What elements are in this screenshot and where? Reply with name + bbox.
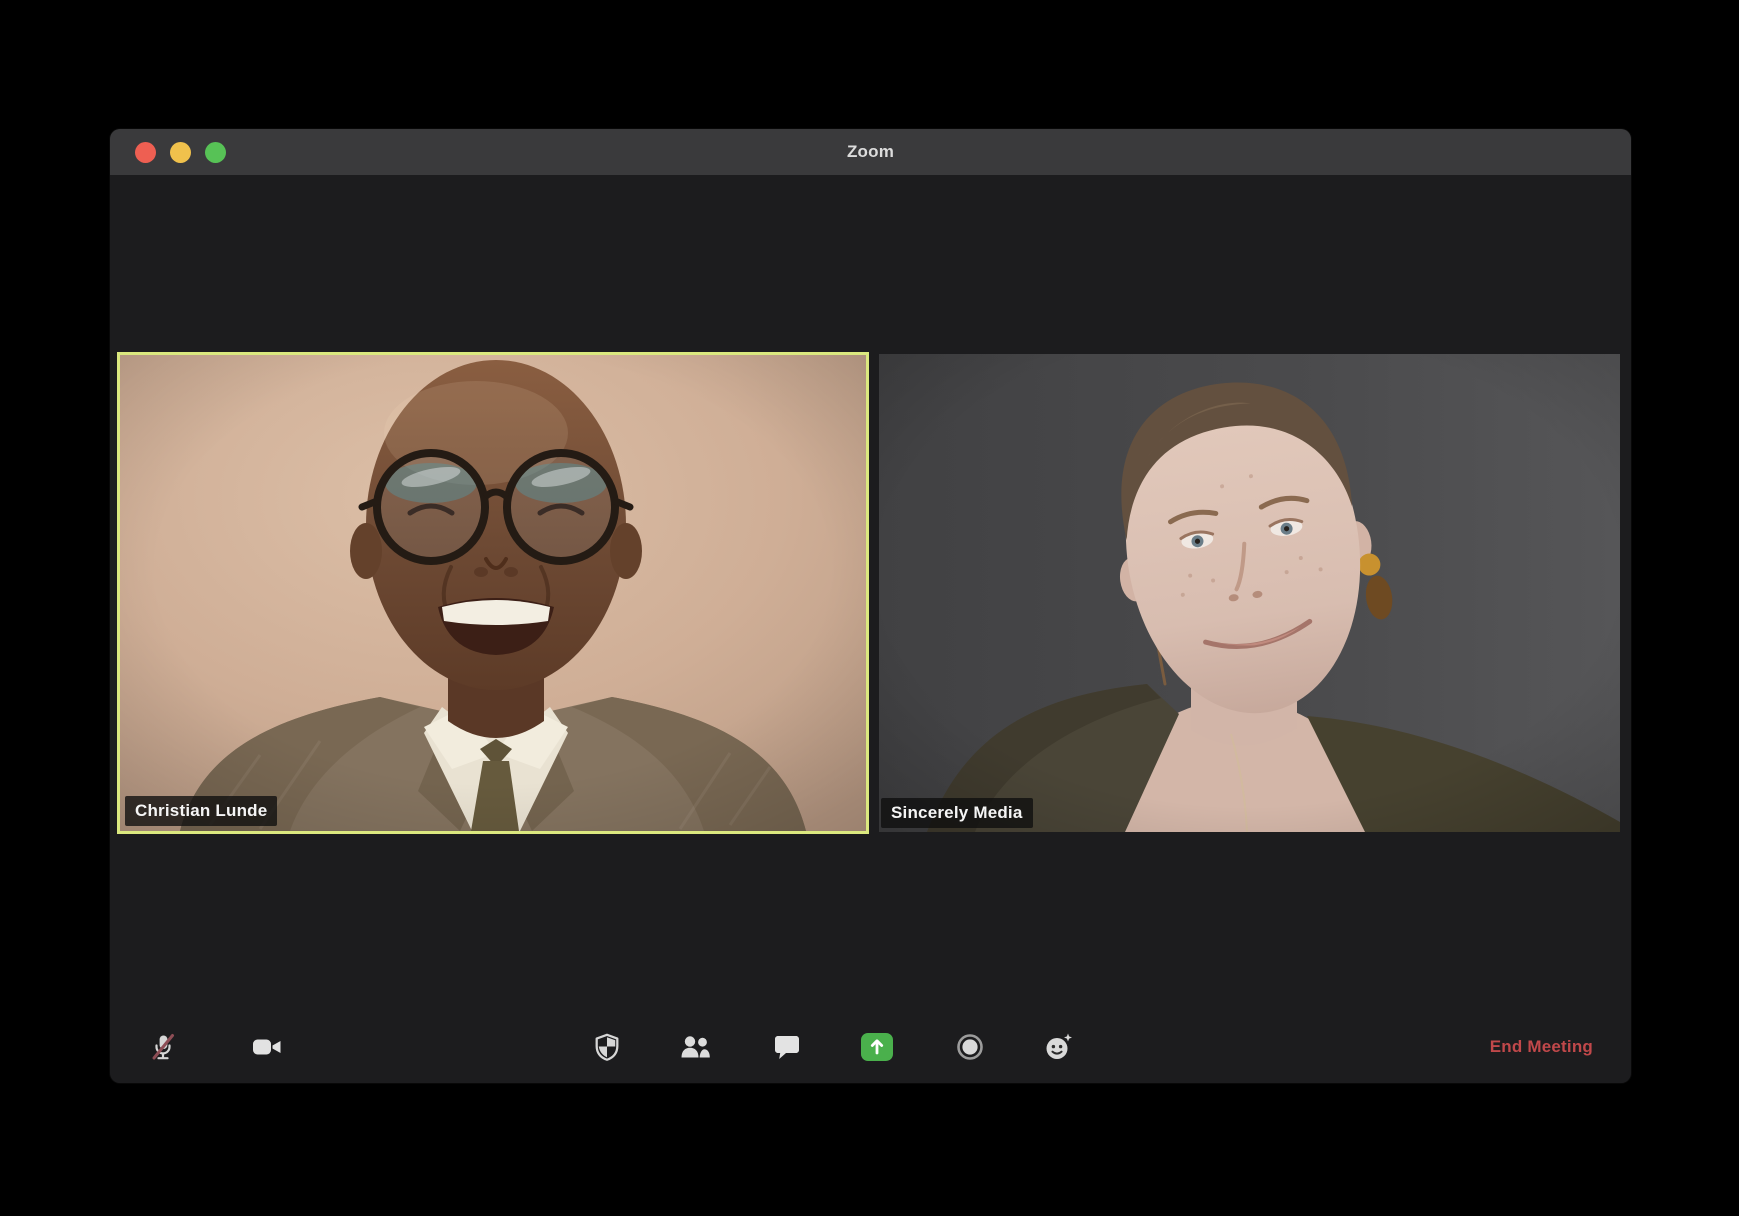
participants-icon: [681, 1036, 710, 1058]
microphone-muted-icon: [152, 1034, 174, 1060]
participant-name-tag: Christian Lunde: [125, 796, 278, 826]
participant-video-feed: [879, 354, 1620, 832]
minimize-window-button[interactable]: [170, 141, 191, 163]
record-circle-icon: [957, 1034, 983, 1060]
participant-name: Sincerely Media: [891, 803, 1023, 822]
video-camera-icon: [253, 1039, 281, 1055]
share-screen-icon: [861, 1033, 893, 1061]
participant-video-feed: [120, 355, 866, 831]
meeting-toolbar: End Meeting: [110, 1011, 1631, 1083]
participant-name: Christian Lunde: [135, 801, 268, 820]
chat-bubble-icon: [775, 1036, 799, 1059]
title-bar: Zoom: [110, 129, 1631, 175]
mute-button[interactable]: [141, 1025, 185, 1069]
reactions-smiley-icon: [1046, 1033, 1072, 1059]
video-button[interactable]: [245, 1025, 289, 1069]
participants-button[interactable]: [673, 1025, 717, 1069]
end-meeting-button[interactable]: End Meeting: [1486, 1025, 1597, 1069]
video-tile-participant[interactable]: Sincerely Media: [879, 354, 1620, 832]
share-screen-button[interactable]: [855, 1025, 899, 1069]
security-button[interactable]: [585, 1025, 629, 1069]
participant-name-tag: Sincerely Media: [881, 798, 1033, 828]
close-window-button[interactable]: [135, 141, 156, 163]
video-tile-active-speaker[interactable]: Christian Lunde: [117, 352, 869, 834]
reactions-button[interactable]: [1036, 1025, 1080, 1069]
record-button[interactable]: [948, 1025, 992, 1069]
security-shield-icon: [595, 1033, 619, 1061]
zoom-app-window: Zoom Christian Lunde Sincerely Media End…: [110, 129, 1631, 1083]
window-title: Zoom: [846, 142, 895, 161]
chat-button[interactable]: [765, 1025, 809, 1069]
fullscreen-window-button[interactable]: [205, 141, 226, 163]
traffic-lights: [135, 129, 226, 175]
